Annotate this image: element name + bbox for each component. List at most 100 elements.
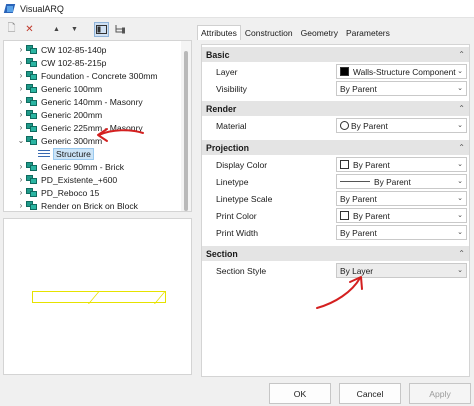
tree-scrollbar[interactable]: [181, 41, 191, 211]
tree-item[interactable]: › Generic 90mm - Brick: [16, 160, 124, 173]
display-color-dropdown[interactable]: By Parent ⌄: [336, 157, 467, 172]
linetype-dropdown[interactable]: By Parent ⌄: [336, 174, 467, 189]
section-style-dropdown[interactable]: By Layer ⌄: [336, 263, 467, 278]
dropdown-value: By Parent: [340, 83, 377, 94]
wall-style-icon: [26, 162, 37, 171]
tree-item[interactable]: › CW 102-85-215p: [16, 56, 107, 69]
component-icon: [38, 150, 50, 157]
chevron-down-icon: ⌄: [457, 195, 463, 202]
dropdown-value: By Parent: [340, 227, 377, 238]
material-icon: [340, 121, 349, 130]
prop-label: Layer: [216, 66, 238, 77]
tree-item[interactable]: › Render on Brick on Block: [16, 199, 138, 211]
style-toolbar: 🗋 ✕ ▲ ▼: [0, 19, 196, 39]
chevron-down-icon: ⌄: [457, 212, 463, 219]
move-up-icon[interactable]: ▲: [49, 22, 64, 37]
section-title: Projection: [206, 142, 250, 153]
chevron-right-icon[interactable]: ›: [16, 162, 26, 171]
material-dropdown[interactable]: By Parent ⌄: [336, 118, 467, 133]
section-projection-header[interactable]: Projection ⌃: [202, 140, 469, 155]
dropdown-value: By Parent: [340, 193, 377, 204]
move-down-icon[interactable]: ▼: [67, 22, 82, 37]
new-style-icon[interactable]: 🗋: [4, 22, 19, 37]
tree-item-label: PD_Reboco 15: [41, 187, 100, 198]
section-title: Basic: [206, 49, 230, 60]
linetype-sample: [340, 181, 370, 182]
ok-button[interactable]: OK: [269, 383, 331, 404]
chevron-down-icon: ⌄: [457, 85, 463, 92]
cancel-button[interactable]: Cancel: [339, 383, 401, 404]
view-mode-icon[interactable]: [94, 21, 109, 37]
hierarchy-icon[interactable]: [112, 22, 127, 37]
dropdown-value: By Parent: [351, 120, 388, 131]
chevron-right-icon[interactable]: ›: [16, 201, 26, 210]
tree-item[interactable]: › Generic 140mm - Masonry: [16, 95, 143, 108]
prop-label: Print Width: [216, 227, 259, 238]
collapse-icon[interactable]: ⌃: [458, 249, 465, 258]
tree-item[interactable]: › Generic 225mm - Masonry: [16, 121, 143, 134]
prop-row-section-style: Section Style By Layer ⌄: [202, 262, 469, 279]
chevron-right-icon[interactable]: ›: [16, 58, 26, 67]
title-bar: VisualARQ: [0, 0, 474, 18]
collapse-icon[interactable]: ⌃: [458, 104, 465, 113]
collapse-icon[interactable]: ⌃: [458, 143, 465, 152]
color-swatch: [340, 67, 349, 76]
chevron-right-icon[interactable]: ›: [16, 45, 26, 54]
tree-item-child[interactable]: Structure: [38, 147, 94, 160]
section-title: Render: [206, 103, 237, 114]
prop-row-display-color: Display Color By Parent ⌄: [202, 156, 469, 173]
tree-item[interactable]: › Foundation - Concrete 300mm: [16, 69, 158, 82]
chevron-down-icon[interactable]: ⌄: [16, 136, 26, 145]
visibility-dropdown[interactable]: By Parent ⌄: [336, 81, 467, 96]
scrollbar-thumb[interactable]: [184, 51, 188, 211]
chevron-right-icon[interactable]: ›: [16, 97, 26, 106]
collapse-icon[interactable]: ⌃: [458, 50, 465, 59]
apply-button[interactable]: Apply: [409, 383, 471, 404]
tab-construction[interactable]: Construction: [241, 25, 297, 40]
tree-item-label: Generic 225mm - Masonry: [41, 122, 143, 133]
linetype-scale-dropdown[interactable]: By Parent ⌄: [336, 191, 467, 206]
dropdown-value: By Layer: [340, 265, 374, 276]
prop-label: Section Style: [216, 265, 267, 276]
tree-item-label: CW 102-85-140p: [41, 44, 107, 55]
wall-style-icon: [26, 45, 37, 54]
wall-style-icon: [26, 97, 37, 106]
tab-attributes[interactable]: Attributes: [197, 25, 241, 40]
chevron-down-icon: ⌄: [457, 178, 463, 185]
delete-icon[interactable]: ✕: [22, 22, 37, 37]
chevron-right-icon[interactable]: ›: [16, 110, 26, 119]
dropdown-value: By Parent: [353, 159, 390, 170]
tree-item[interactable]: › PD_Existente_+600: [16, 173, 118, 186]
tree-item-label-selected: Structure: [53, 147, 94, 160]
print-color-dropdown[interactable]: By Parent ⌄: [336, 208, 467, 223]
chevron-right-icon[interactable]: ›: [16, 188, 26, 197]
section-render-header[interactable]: Render ⌃: [202, 101, 469, 116]
chevron-right-icon[interactable]: ›: [16, 84, 26, 93]
dropdown-value: By Parent: [374, 176, 411, 187]
tree-item[interactable]: › Generic 100mm: [16, 82, 102, 95]
section-section-header[interactable]: Section ⌃: [202, 246, 469, 261]
chevron-right-icon[interactable]: ›: [16, 123, 26, 132]
chevron-right-icon[interactable]: ›: [16, 71, 26, 80]
section-basic-header[interactable]: Basic ⌃: [202, 47, 469, 62]
tree-item-label: Generic 300mm: [41, 135, 103, 146]
prop-label: Linetype Scale: [216, 193, 273, 204]
tree-item[interactable]: ⌄ Generic 300mm: [16, 134, 103, 147]
tab-parameters[interactable]: Parameters: [342, 25, 394, 40]
tree-item[interactable]: › Generic 200mm: [16, 108, 102, 121]
chevron-right-icon[interactable]: ›: [16, 175, 26, 184]
tree-item[interactable]: › CW 102-85-140p: [16, 43, 107, 56]
color-swatch: [340, 160, 349, 169]
prop-row-layer: Layer Walls-Structure Component ⌄: [202, 63, 469, 80]
section-title: Section: [206, 248, 238, 259]
prop-row-linetype: Linetype By Parent ⌄: [202, 173, 469, 190]
hatch-line: [87, 292, 100, 304]
layer-dropdown[interactable]: Walls-Structure Component ⌄: [336, 64, 467, 79]
print-width-dropdown[interactable]: By Parent ⌄: [336, 225, 467, 240]
tab-geometry[interactable]: Geometry: [297, 25, 342, 40]
tree-item-label: Generic 140mm - Masonry: [41, 96, 143, 107]
tree-item[interactable]: › PD_Reboco 15: [16, 186, 100, 199]
hatch-line: [153, 292, 166, 304]
wall-style-icon: [26, 58, 37, 67]
wall-style-icon: [26, 123, 37, 132]
